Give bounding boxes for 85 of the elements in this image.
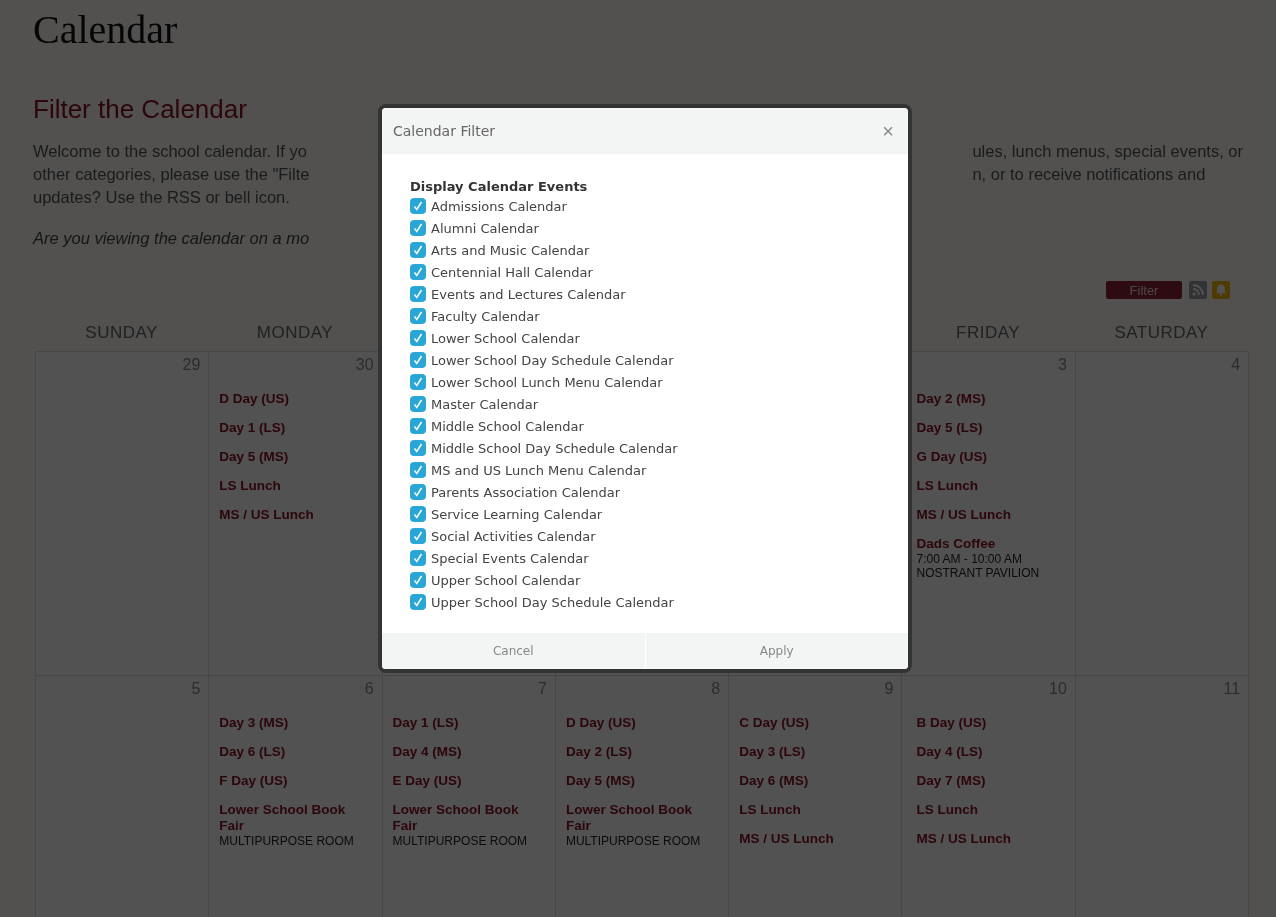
bell-icon[interactable]: [1212, 281, 1230, 299]
event-link[interactable]: Day 2 (LS): [565, 744, 632, 760]
event-link[interactable]: LS Lunch: [219, 478, 281, 494]
page-title: Calendar: [33, 6, 178, 52]
checkbox[interactable]: [410, 220, 426, 236]
event-link[interactable]: Day 4 (LS): [916, 744, 983, 760]
option-label: Events and Lectures Calendar: [431, 286, 626, 302]
mobile-note: Are you viewing the calendar on a mo: [33, 228, 310, 249]
option-label: Social Activities Calendar: [431, 528, 596, 544]
event-link[interactable]: LS Lunch: [916, 478, 978, 494]
checkbox[interactable]: [410, 352, 426, 368]
option-label: Upper School Calendar: [431, 572, 581, 588]
event-detail: 7:00 AM - 10:00 AM: [916, 552, 1022, 566]
checkbox[interactable]: [410, 264, 426, 280]
event-link[interactable]: Day 5 (MS): [565, 773, 635, 789]
event-link[interactable]: Day 5 (MS): [219, 449, 289, 465]
apply-button[interactable]: Apply: [644, 633, 908, 669]
close-button[interactable]: ×: [878, 121, 898, 141]
section-heading: Filter the Calendar: [33, 94, 247, 124]
checkbox[interactable]: [410, 440, 426, 456]
event-detail: MULTIPURPOSE ROOM: [565, 834, 701, 848]
event-link[interactable]: LS Lunch: [739, 802, 801, 818]
event-detail: NOSTRANT PAVILION: [916, 566, 1040, 580]
checkbox[interactable]: [410, 330, 426, 346]
event-link[interactable]: Day 4 (MS): [392, 744, 462, 760]
checkbox[interactable]: [410, 572, 426, 588]
event-link[interactable]: Day 3 (MS): [219, 715, 289, 731]
event-link[interactable]: Day 1 (LS): [219, 420, 286, 436]
event-link[interactable]: F Day (US): [219, 773, 288, 789]
option-label: Service Learning Calendar: [431, 506, 603, 522]
option-label: Arts and Music Calendar: [431, 242, 590, 258]
event-link[interactable]: Day 7 (MS): [916, 773, 986, 789]
event-detail: MULTIPURPOSE ROOM: [219, 834, 354, 848]
event-link[interactable]: B Day (US): [916, 715, 987, 731]
option-label: Alumni Calendar: [431, 220, 539, 236]
event-link[interactable]: Day 5 (LS): [916, 420, 983, 436]
checkbox[interactable]: [410, 462, 426, 478]
checkbox[interactable]: [410, 550, 426, 566]
event-link[interactable]: Lower School Book Fair: [392, 802, 547, 834]
checkbox[interactable]: [410, 528, 426, 544]
option-label: Special Events Calendar: [431, 550, 589, 566]
option-label: Middle School Calendar: [431, 418, 584, 434]
event-link[interactable]: Day 6 (LS): [219, 744, 286, 760]
checkbox[interactable]: [410, 198, 426, 214]
option-label: Faculty Calendar: [431, 308, 540, 324]
checkbox[interactable]: [410, 286, 426, 302]
event-link[interactable]: Dads Coffee: [916, 536, 996, 552]
checkbox[interactable]: [410, 242, 426, 258]
event-link[interactable]: D Day (US): [565, 715, 636, 731]
option-label: Lower School Lunch Menu Calendar: [431, 374, 663, 390]
option-label: Master Calendar: [431, 396, 538, 412]
option-label: MS and US Lunch Menu Calendar: [431, 462, 647, 478]
checkbox[interactable]: [410, 308, 426, 324]
checkbox[interactable]: [410, 506, 426, 522]
dialog-title: Calendar Filter: [393, 123, 496, 139]
option-label: Lower School Calendar: [431, 330, 580, 346]
checkbox[interactable]: [410, 594, 426, 610]
event-link[interactable]: E Day (US): [392, 773, 462, 789]
checkbox[interactable]: [410, 396, 426, 412]
event-link[interactable]: Day 6 (MS): [739, 773, 809, 789]
event-link[interactable]: Lower School Book Fair: [219, 802, 374, 834]
option-label: Middle School Day Schedule Calendar: [431, 440, 678, 456]
checkbox[interactable]: [410, 418, 426, 434]
event-link[interactable]: LS Lunch: [916, 802, 978, 818]
checkbox[interactable]: [410, 484, 426, 500]
section-label: Display Calendar Events: [410, 179, 589, 195]
event-link[interactable]: Day 1 (LS): [392, 715, 459, 731]
event-link[interactable]: MS / US Lunch: [219, 507, 314, 523]
option-label: Centennial Hall Calendar: [431, 264, 593, 280]
checkbox[interactable]: [410, 374, 426, 390]
option-label: Upper School Day Schedule Calendar: [431, 594, 674, 610]
rss-icon[interactable]: [1189, 281, 1207, 299]
event-link[interactable]: Day 3 (LS): [739, 744, 806, 760]
event-link[interactable]: Day 2 (MS): [916, 391, 986, 407]
option-label: Lower School Day Schedule Calendar: [431, 352, 674, 368]
event-link[interactable]: Lower School Book Fair: [565, 802, 721, 834]
event-link[interactable]: G Day (US): [916, 449, 987, 465]
event-detail: MULTIPURPOSE ROOM: [392, 834, 528, 848]
option-label: Admissions Calendar: [431, 198, 567, 214]
event-link[interactable]: MS / US Lunch: [739, 831, 834, 847]
option-label: Parents Association Calendar: [431, 484, 621, 500]
event-link[interactable]: C Day (US): [739, 715, 809, 731]
event-link[interactable]: MS / US Lunch: [916, 831, 1011, 847]
event-link[interactable]: D Day (US): [219, 391, 290, 407]
event-link[interactable]: MS / US Lunch: [916, 507, 1011, 523]
